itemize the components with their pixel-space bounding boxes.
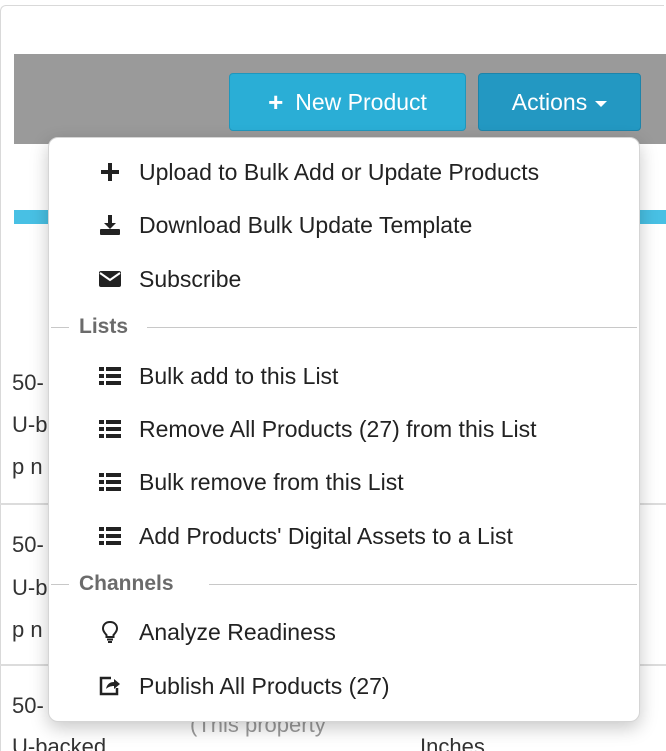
list-icon — [97, 416, 123, 442]
menu-item-label: Subscribe — [139, 265, 242, 292]
page: + New Product Actions 50- U-b p n 50- U-… — [0, 0, 666, 751]
lightbulb-icon — [97, 619, 123, 645]
menu-item-subscribe[interactable]: Subscribe — [97, 257, 241, 301]
menu-item-label: Publish All Products (27) — [139, 672, 390, 699]
plus-icon — [97, 159, 123, 185]
new-product-label: New Product — [295, 88, 427, 115]
actions-label: Actions — [511, 88, 588, 115]
section-header-channels: Channels — [79, 572, 174, 595]
menu-item-download-template[interactable]: Download Bulk Update Template — [97, 203, 472, 247]
menu-item-label: Bulk remove from this List — [139, 468, 404, 495]
download-icon — [97, 212, 123, 238]
actions-dropdown-menu: Upload to Bulk Add or Update Products Do… — [48, 137, 640, 722]
caret-down-icon — [595, 100, 608, 107]
menu-section-lists: Lists — [49, 312, 639, 342]
envelope-icon — [97, 266, 123, 292]
new-product-button[interactable]: + New Product — [229, 73, 466, 131]
share-icon — [97, 673, 123, 699]
menu-item-bulk-remove-list[interactable]: Bulk remove from this List — [97, 460, 404, 504]
table-cell: p n — [12, 454, 43, 479]
plus-icon: + — [268, 86, 284, 117]
separator-line — [51, 584, 69, 585]
table-cell: Inches — [420, 734, 485, 751]
list-icon — [97, 363, 123, 389]
menu-item-label: Remove All Products (27) from this List — [139, 415, 537, 442]
menu-item-label: Download Bulk Update Template — [139, 211, 473, 238]
list-icon — [97, 469, 123, 495]
menu-item-label: Analyze Readiness — [139, 618, 336, 645]
list-icon — [97, 523, 123, 549]
menu-item-remove-all-list[interactable]: Remove All Products (27) from this List — [97, 407, 537, 451]
section-header-lists: Lists — [79, 315, 129, 338]
table-cell: p n — [12, 617, 43, 642]
menu-item-analyze-readiness[interactable]: Analyze Readiness — [97, 610, 336, 654]
menu-item-label: Bulk add to this List — [139, 362, 339, 389]
menu-item-label: Add Products' Digital Assets to a List — [139, 522, 513, 549]
menu-item-publish-all[interactable]: Publish All Products (27) — [97, 664, 390, 708]
table-cell: U-b — [12, 575, 48, 600]
menu-item-upload-bulk[interactable]: Upload to Bulk Add or Update Products — [97, 150, 539, 194]
table-cell: U-backed — [12, 734, 107, 751]
actions-dropdown-button[interactable]: Actions — [478, 73, 641, 131]
menu-item-digital-assets-list[interactable]: Add Products' Digital Assets to a List — [97, 514, 513, 558]
separator-line — [209, 584, 637, 585]
menu-item-bulk-add-list[interactable]: Bulk add to this List — [97, 354, 338, 398]
separator-line — [51, 327, 69, 328]
table-cell: U-b — [12, 412, 48, 437]
menu-section-channels: Channels — [49, 569, 639, 599]
separator-line — [147, 327, 637, 328]
table-cell: 50- — [12, 370, 44, 395]
table-cell: 50- — [12, 532, 44, 557]
menu-item-label: Upload to Bulk Add or Update Products — [139, 158, 540, 185]
table-cell: 50- — [12, 693, 44, 718]
